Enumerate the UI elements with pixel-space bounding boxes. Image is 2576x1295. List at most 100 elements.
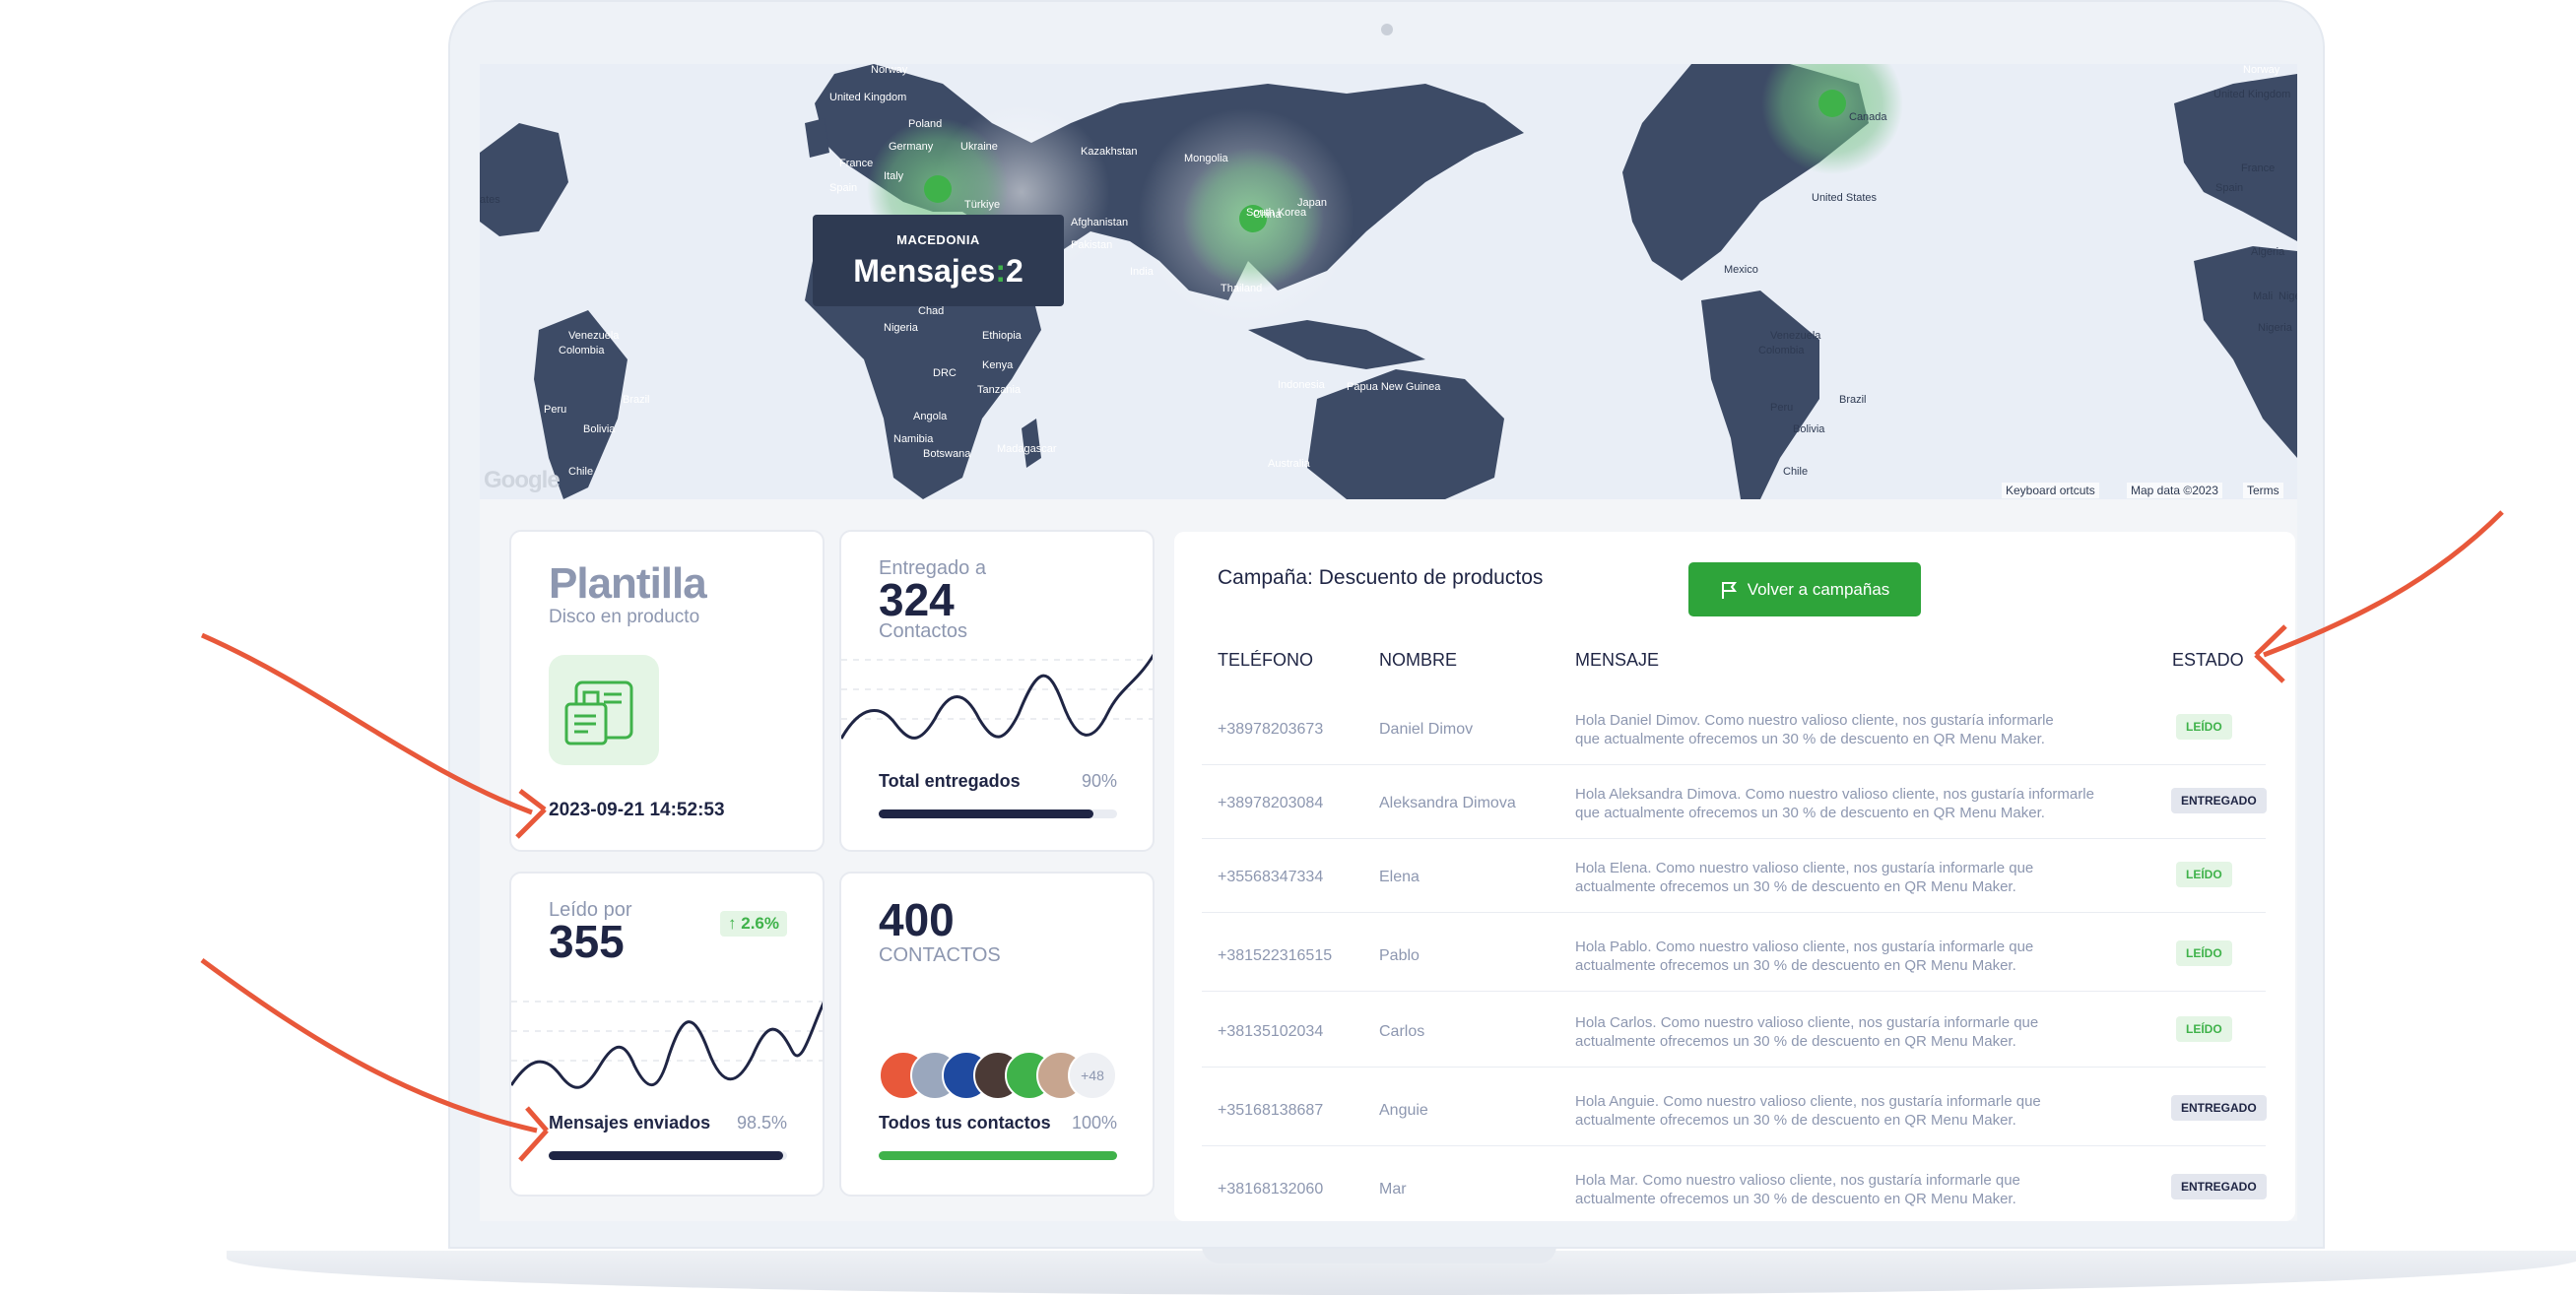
- column-header-phone[interactable]: TELÉFONO: [1218, 650, 1313, 671]
- tooltip-label: Mensajes: [853, 253, 996, 289]
- status-badge: LEÍDO: [2176, 1016, 2232, 1042]
- map-place-label: Madagascar: [997, 443, 1057, 455]
- map-place-label: Chile: [1783, 466, 1809, 478]
- column-header-name[interactable]: NOMBRE: [1379, 650, 1457, 671]
- terms-link[interactable]: Terms: [2243, 483, 2283, 498]
- app-screen: Norway United Kingdom Poland Germany Ukraine…: [480, 64, 2297, 1221]
- map-place-label: Algeria: [2251, 246, 2285, 258]
- map-place-label: ates: [480, 194, 500, 206]
- delivered-unit: Contactos: [879, 620, 968, 642]
- row-message-line2: actualmente ofrecemos un 30 % de descuen…: [1575, 957, 2016, 974]
- campaign-panel: Campaña: Descuento de productos TELÉFONO…: [1174, 532, 2295, 1221]
- map-place-label: Spain: [829, 182, 858, 194]
- row-divider: [1202, 838, 2266, 839]
- map-place-label: Bolivia: [583, 423, 616, 435]
- read-bar-percent: 98.5%: [736, 1113, 787, 1133]
- map-place-label: Kazakhstan: [1081, 146, 1138, 158]
- contacts-card: 400 CONTACTOS +48 Todos tus contactos 10…: [839, 872, 1155, 1197]
- read-change-value: 2.6%: [741, 914, 779, 933]
- delivered-bar-label: Total entregados: [879, 771, 1021, 791]
- row-message-line1: Hola Daniel Dimov. Como nuestro valioso …: [1575, 712, 2054, 729]
- read-progress-fill: [549, 1151, 784, 1160]
- map-place-label: Spain: [2215, 182, 2244, 194]
- map-place-label: France: [2241, 162, 2276, 174]
- contacts-value: 400: [879, 894, 955, 945]
- map-place-label: Thailand: [1221, 283, 1263, 294]
- delivered-card: Entregado a 324 Contactos Total entregad…: [839, 530, 1155, 852]
- column-header-message[interactable]: MENSAJE: [1575, 650, 1659, 671]
- row-name: Mar: [1379, 1181, 1407, 1198]
- row-divider: [1202, 1067, 2266, 1068]
- map-place-label: Indonesia: [1278, 379, 1325, 391]
- map-place-label: Papua New Guinea: [1347, 381, 1441, 393]
- map-place-label: Australia: [1268, 458, 1310, 470]
- template-card: Plantilla Disco en producto 2023-09-21 1…: [509, 530, 825, 852]
- map-place-label: United States: [1812, 192, 1878, 204]
- status-badge: LEÍDO: [2176, 862, 2232, 887]
- status-badge: LEÍDO: [2176, 940, 2232, 966]
- map-place-label: Germany: [889, 141, 934, 153]
- map-place-label: Botswana: [923, 448, 971, 460]
- map-data-label: Map data ©2023: [2127, 483, 2222, 498]
- row-phone: +35568347334: [1218, 869, 1324, 885]
- map-place-label: Peru: [544, 404, 567, 416]
- template-subtitle: Disco en producto: [549, 607, 700, 627]
- keyboard-label: Keyboard: [2006, 484, 2057, 497]
- map-marker[interactable]: [1818, 90, 1846, 117]
- row-name: Daniel Dimov: [1379, 721, 1474, 738]
- read-sparkline: [511, 1001, 823, 1089]
- map-tooltip: MACEDONIA Mensajes:2: [813, 215, 1064, 306]
- contacts-unit: CONTACTOS: [879, 944, 1001, 966]
- map-place-label: Nigeria: [884, 322, 918, 334]
- row-message-line2: que actualmente ofrecemos un 30 % de des…: [1575, 805, 2045, 821]
- map-place-label: Mali: [2253, 291, 2274, 302]
- map-place-label: Chad: [918, 305, 945, 317]
- column-header-status[interactable]: ESTADO: [2172, 650, 2244, 671]
- row-phone: +38135102034: [1218, 1023, 1324, 1040]
- arrow-up-icon: ↑: [728, 914, 737, 933]
- flag-icon: [1721, 581, 1737, 599]
- row-name: Carlos: [1379, 1023, 1425, 1040]
- delivered-progress-fill: [879, 809, 1093, 818]
- map-place-label: India: [1130, 266, 1154, 278]
- delivered-progress: [879, 809, 1117, 818]
- world-map[interactable]: Norway United Kingdom Poland Germany Ukraine…: [480, 64, 2297, 499]
- campaign-title: Campaña: Descuento de productos: [1218, 566, 1544, 589]
- map-place-label: Niger: [2279, 291, 2297, 302]
- map-marker[interactable]: [924, 175, 952, 203]
- shortcuts-label: ortcuts: [2059, 484, 2095, 497]
- row-name: Anguie: [1379, 1102, 1428, 1119]
- read-change-badge: ↑ 2.6%: [720, 911, 787, 937]
- map-place-label: Chile: [568, 466, 594, 478]
- map-place-label: Japan: [1297, 197, 1327, 209]
- map-place-label: Bolivia: [1793, 423, 1825, 435]
- tooltip-value: 2: [1005, 253, 1024, 289]
- row-message-line2: actualmente ofrecemos un 30 % de descuen…: [1575, 1033, 2016, 1050]
- map-place-label: Angola: [913, 411, 948, 422]
- row-name: Elena: [1379, 869, 1420, 885]
- map-place-label: DRC: [933, 367, 957, 379]
- row-message-line2: actualmente ofrecemos un 30 % de descuen…: [1575, 1112, 2016, 1129]
- row-phone: +38978203084: [1218, 795, 1324, 811]
- row-message-line1: Hola Carlos. Como nuestro valioso client…: [1575, 1014, 2039, 1031]
- map-place-label: Afghanistan: [1071, 217, 1129, 228]
- contacts-progress: [879, 1151, 1117, 1160]
- map-place-label: France: [839, 158, 874, 169]
- row-message-line2: que actualmente ofrecemos un 30 % de des…: [1575, 731, 2045, 747]
- map-place-label: Norway: [871, 64, 908, 76]
- map-place-label: Tanzania: [977, 384, 1022, 396]
- delivered-sparkline: [841, 653, 1153, 740]
- map-place-label: Colombia: [1758, 345, 1805, 356]
- delivered-value: 324: [879, 574, 955, 625]
- back-to-campaigns-button[interactable]: Volver a campañas: [1688, 562, 1921, 616]
- row-phone: +38168132060: [1218, 1181, 1324, 1198]
- back-to-campaigns-label: Volver a campañas: [1747, 579, 1890, 599]
- avatar-group[interactable]: +48: [879, 1051, 1135, 1100]
- row-name: Pablo: [1379, 947, 1420, 964]
- map-place-label: Poland: [908, 118, 943, 130]
- keyboard-shortcuts-link[interactable]: Keyboard ortcuts: [2002, 483, 2099, 498]
- more-avatars-count: +48: [1068, 1051, 1117, 1100]
- read-value: 355: [549, 916, 625, 967]
- map-place-label: Brazil: [1839, 394, 1867, 406]
- row-phone: +38978203673: [1218, 721, 1324, 738]
